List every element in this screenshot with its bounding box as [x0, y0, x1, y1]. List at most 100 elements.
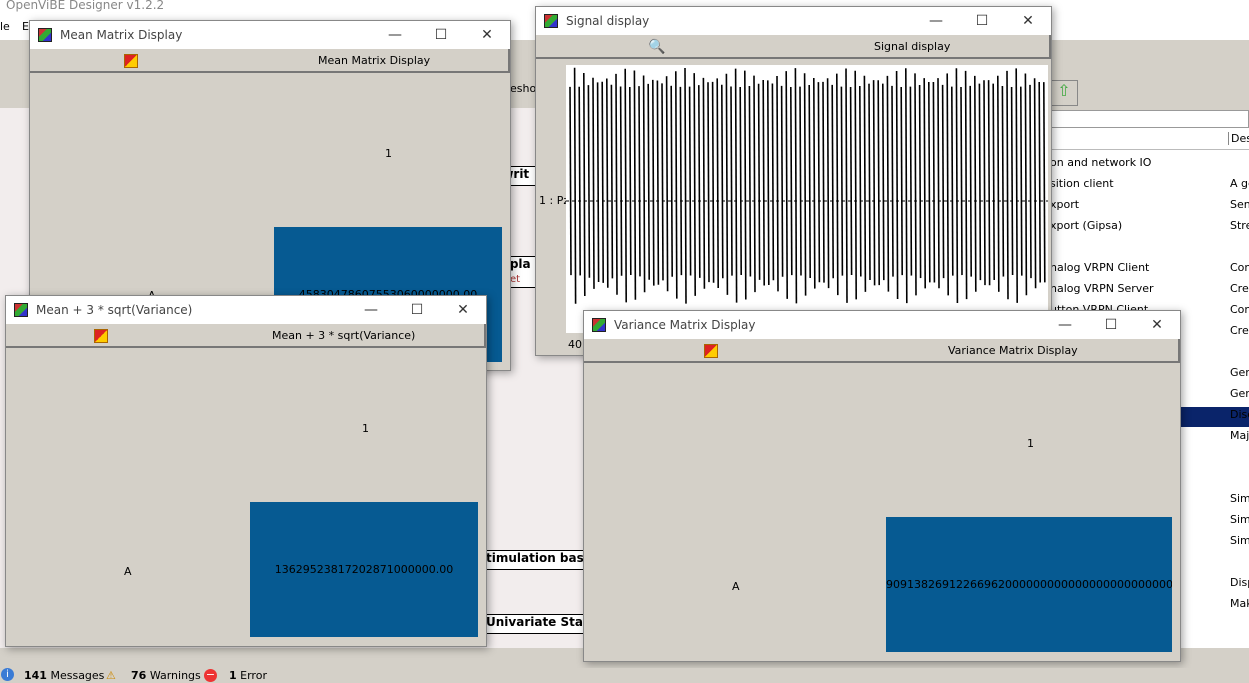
signal-trace	[858, 85, 862, 277]
signal-trace	[863, 75, 867, 292]
col-description[interactable]: Desc	[1228, 132, 1249, 145]
signal-trace	[573, 67, 577, 304]
signal-trace	[780, 85, 784, 277]
list-item-desc[interactable]: A ge	[1230, 177, 1249, 190]
list-item-desc[interactable]: Sen	[1230, 198, 1249, 211]
list-item-desc[interactable]: Crea	[1230, 324, 1249, 337]
list-item-desc[interactable]: Mak	[1230, 597, 1249, 610]
close-button[interactable]: ✕	[1005, 7, 1051, 35]
x-tick: 40	[568, 338, 582, 351]
signal-trace	[817, 82, 821, 283]
signal-trace	[996, 75, 1000, 292]
close-button[interactable]: ✕	[1134, 311, 1180, 339]
search-input[interactable]	[1050, 110, 1249, 128]
signal-trace	[679, 86, 683, 276]
signal-trace	[918, 84, 922, 279]
signal-trace	[932, 82, 936, 283]
list-item-desc[interactable]: Disc	[1230, 408, 1249, 421]
list-item-desc[interactable]: Stre	[1230, 219, 1249, 232]
close-button[interactable]: ✕	[464, 21, 510, 49]
window-header: Mean Matrix Display	[318, 54, 431, 67]
minimize-button[interactable]: —	[348, 296, 394, 324]
list-item-name[interactable]: nalog VRPN Server	[1050, 282, 1154, 295]
openvibe-logo-icon	[592, 318, 606, 332]
upload-icon[interactable]: ⇧	[1050, 80, 1078, 106]
signal-trace	[987, 80, 991, 286]
column-label: 1	[385, 147, 392, 160]
messages-count: 141	[24, 669, 47, 682]
zoom-icon[interactable]: 🔍	[648, 35, 665, 59]
signal-trace	[771, 83, 775, 281]
list-item-name[interactable]: on and network IO	[1050, 156, 1151, 169]
list-item-desc[interactable]: Gen	[1230, 366, 1249, 379]
maximize-button[interactable]: ☐	[394, 296, 440, 324]
signal-trace	[822, 81, 825, 283]
hand-icon[interactable]	[94, 329, 108, 343]
signal-trace	[1024, 73, 1028, 296]
box-univariate-statistics[interactable]: Univariate Statist	[486, 614, 586, 634]
box-stimulation-based[interactable]: timulation based	[486, 550, 586, 570]
list-item-desc[interactable]: Con	[1230, 303, 1249, 316]
signal-trace	[596, 82, 600, 282]
list-item-desc[interactable]: Maj	[1230, 429, 1249, 442]
list-item-name[interactable]: xport	[1050, 198, 1079, 211]
signal-trace	[725, 73, 729, 295]
list-item-desc[interactable]: Gen	[1230, 387, 1249, 400]
signal-trace	[1001, 85, 1005, 277]
signal-trace	[840, 86, 844, 276]
signal-trace	[730, 86, 733, 276]
signal-trace	[744, 70, 747, 300]
signal-trace	[670, 85, 673, 277]
maximize-button[interactable]: ☐	[418, 21, 464, 49]
window-title: Mean + 3 * sqrt(Variance)	[36, 303, 193, 317]
signal-trace	[693, 73, 696, 296]
signal-trace	[606, 78, 609, 288]
menu-file[interactable]: le	[0, 20, 10, 33]
list-item-desc[interactable]: Disp	[1230, 576, 1249, 589]
app-title: OpenViBE Designer v1.2.2	[6, 0, 165, 12]
signal-trace	[1029, 84, 1032, 279]
list-item-desc[interactable]: Simp	[1230, 513, 1249, 526]
signal-trace	[831, 84, 835, 279]
signal-trace	[794, 68, 798, 304]
minimize-button[interactable]: —	[913, 7, 959, 35]
row-label: A	[732, 580, 740, 593]
list-item-name[interactable]: sition client	[1050, 177, 1114, 190]
signal-trace	[610, 84, 614, 279]
maximize-button[interactable]: ☐	[1088, 311, 1134, 339]
hand-icon[interactable]	[704, 344, 718, 358]
signal-trace	[964, 70, 968, 300]
list-item-desc[interactable]: Crea	[1230, 282, 1249, 295]
minimize-button[interactable]: —	[372, 21, 418, 49]
close-button[interactable]: ✕	[440, 296, 486, 324]
window-title: Variance Matrix Display	[614, 318, 756, 332]
list-item-desc[interactable]: Simp	[1230, 492, 1249, 505]
list-item-desc[interactable]: Con	[1230, 261, 1249, 274]
signal-trace	[684, 67, 687, 304]
signal-trace	[845, 68, 848, 303]
signal-trace	[849, 86, 853, 276]
signal-plot	[566, 65, 1048, 333]
errors-label: Error	[240, 669, 267, 682]
signal-trace	[688, 86, 692, 276]
list-item-name[interactable]: xport (Gipsa)	[1050, 219, 1122, 232]
signal-trace	[652, 79, 655, 286]
minimize-button[interactable]: —	[1042, 311, 1088, 339]
signal-trace	[1038, 81, 1042, 283]
hand-icon[interactable]	[124, 54, 138, 68]
warning-icon[interactable]: ⚠	[106, 668, 116, 683]
error-icon[interactable]: −	[204, 669, 217, 682]
signal-trace	[992, 83, 996, 281]
window-header: Variance Matrix Display	[948, 344, 1078, 357]
maximize-button[interactable]: ☐	[959, 7, 1005, 35]
list-item-name[interactable]: nalog VRPN Client	[1050, 261, 1149, 274]
info-icon[interactable]: i	[1, 668, 14, 681]
signal-trace	[1033, 78, 1037, 289]
signal-trace	[739, 86, 742, 276]
list-item-desc[interactable]: Simp	[1230, 534, 1249, 547]
signal-trace	[707, 82, 710, 283]
signal-trace	[946, 73, 950, 296]
signal-trace	[835, 73, 839, 296]
list-item-desc[interactable]: Gen	[1230, 471, 1249, 484]
signal-trace	[881, 83, 885, 281]
